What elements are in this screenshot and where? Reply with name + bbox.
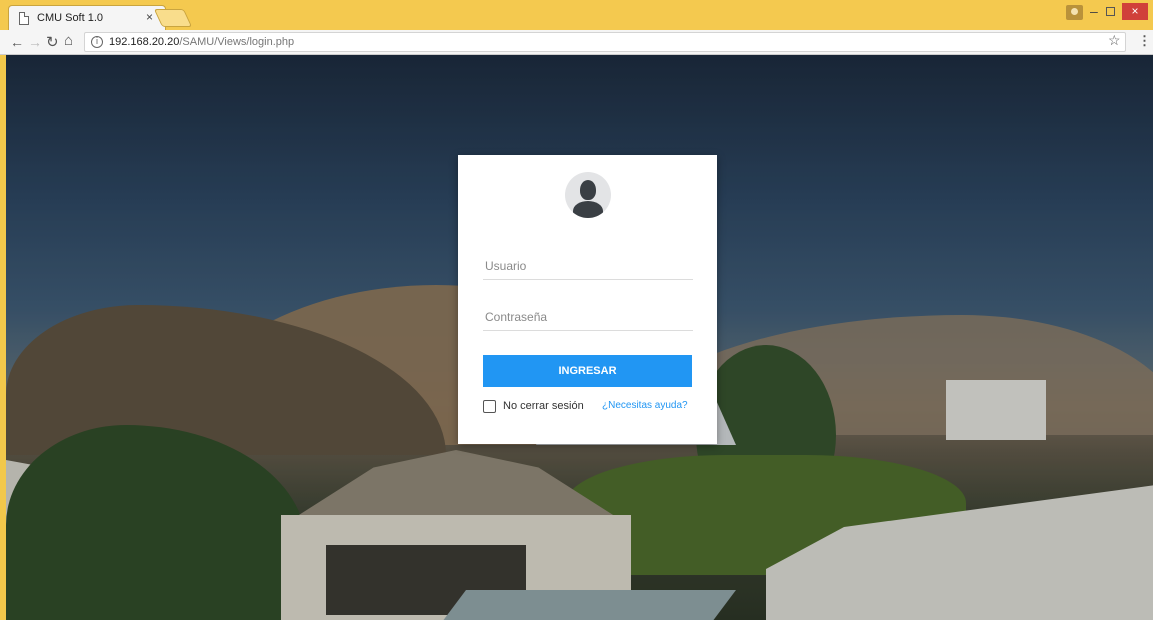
help-link[interactable]: ¿Necesitas ayuda? xyxy=(602,400,688,411)
close-window-button[interactable]: × xyxy=(1122,3,1148,20)
maximize-button[interactable] xyxy=(1106,7,1115,16)
forward-arrow-icon[interactable]: → xyxy=(28,34,42,50)
login-card: INGRESAR No cerrar sesión ¿Necesitas ayu… xyxy=(458,155,717,444)
url-path: /SAMU/Views/login.php xyxy=(179,36,295,48)
user-profile-icon[interactable] xyxy=(1066,5,1083,20)
url-host: 192.168.20.20 xyxy=(109,36,180,48)
browser-toolbar: ← → ↻ ⌂ i 192.168.20.20/SAMU/Views/login… xyxy=(0,30,1153,55)
bookmark-star-icon[interactable]: ☆ xyxy=(1108,32,1121,49)
reload-icon[interactable]: ↻ xyxy=(46,33,59,51)
home-icon[interactable]: ⌂ xyxy=(64,32,73,49)
page-icon xyxy=(19,12,29,25)
login-button[interactable]: INGRESAR xyxy=(483,355,692,387)
username-field xyxy=(483,254,693,280)
remember-checkbox[interactable] xyxy=(483,400,496,413)
password-field xyxy=(483,305,693,331)
username-input[interactable] xyxy=(483,254,693,278)
remember-label[interactable]: No cerrar sesión xyxy=(503,400,584,412)
site-info-icon[interactable]: i xyxy=(91,36,103,48)
minimize-button[interactable]: – xyxy=(1090,3,1098,19)
page-viewport: INGRESAR No cerrar sesión ¿Necesitas ayu… xyxy=(6,55,1153,620)
menu-dots-icon[interactable]: ⋮ xyxy=(1138,33,1151,49)
password-input[interactable] xyxy=(483,305,693,329)
avatar-body xyxy=(573,201,603,218)
avatar-head xyxy=(580,180,596,200)
browser-titlebar: CMU Soft 1.0 × – × xyxy=(0,0,1153,31)
back-arrow-icon[interactable]: ← xyxy=(10,34,24,50)
tab-close-icon[interactable]: × xyxy=(146,10,153,24)
address-bar[interactable]: i 192.168.20.20/SAMU/Views/login.php xyxy=(84,32,1126,52)
user-avatar-icon xyxy=(565,172,611,218)
browser-tab[interactable]: CMU Soft 1.0 × xyxy=(8,5,166,31)
tab-title: CMU Soft 1.0 xyxy=(37,12,104,24)
url-text[interactable]: 192.168.20.20/SAMU/Views/login.php xyxy=(109,36,294,48)
